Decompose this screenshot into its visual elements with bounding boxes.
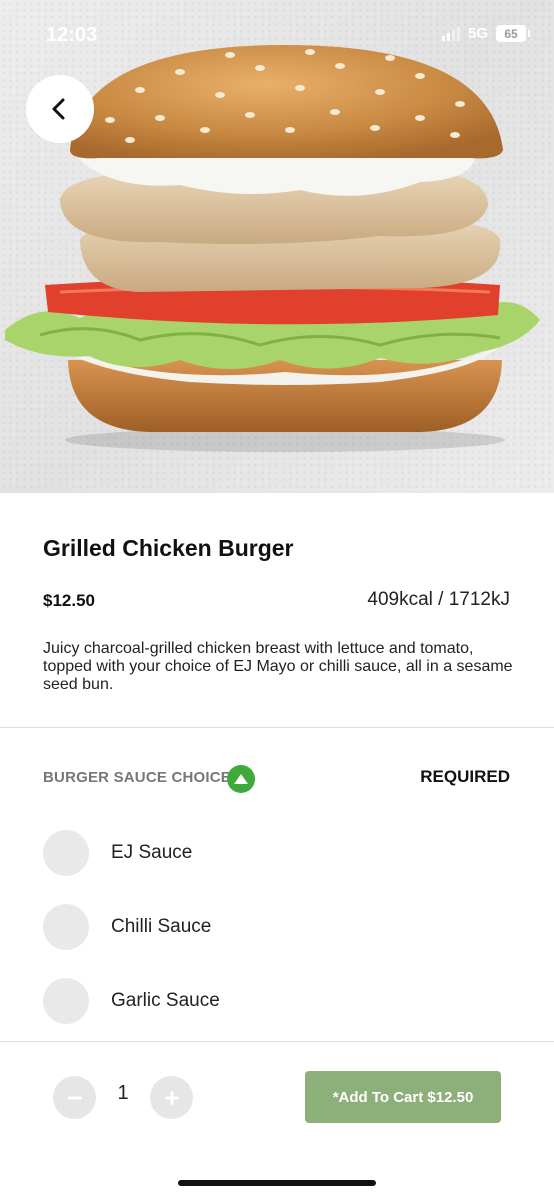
cart-footer: 1 *Add To Cart $12.50: [0, 1041, 554, 1200]
status-time: 12:03: [46, 24, 98, 46]
section-collapse-button[interactable]: [227, 765, 255, 793]
product-description: Juicy charcoal-grilled chicken breast wi…: [43, 640, 513, 693]
product-hero-image: [0, 0, 554, 493]
chevron-up-icon: [234, 774, 248, 784]
plus-icon: [164, 1090, 179, 1105]
radio-button[interactable]: [43, 830, 89, 876]
divider: [0, 1041, 554, 1042]
quantity-value: 1: [117, 1082, 129, 1104]
signal-icon: [441, 26, 460, 41]
battery-icon: 65: [496, 25, 530, 42]
sauce-option-ej[interactable]: EJ Sauce: [43, 830, 503, 876]
add-to-cart-button[interactable]: *Add To Cart $12.50: [305, 1071, 501, 1123]
sauce-option-garlic[interactable]: Garlic Sauce: [43, 978, 503, 1024]
minus-icon: [67, 1096, 82, 1099]
product-energy: 409kcal / 1712kJ: [367, 589, 510, 610]
option-label: Chilli Sauce: [111, 916, 212, 937]
radio-button[interactable]: [43, 904, 89, 950]
sauce-section-title: BURGER SAUCE CHOICE: [43, 769, 231, 786]
network-type: 5G: [467, 25, 488, 42]
back-button[interactable]: [26, 75, 94, 143]
chevron-left-icon: [52, 98, 65, 120]
divider: [0, 727, 554, 728]
option-label: EJ Sauce: [111, 842, 193, 863]
radio-button[interactable]: [43, 978, 89, 1024]
product-price: $12.50: [43, 591, 95, 610]
required-badge: REQUIRED: [420, 767, 510, 786]
decrement-button[interactable]: [53, 1076, 96, 1119]
option-label: Garlic Sauce: [111, 990, 220, 1011]
sauce-option-chilli[interactable]: Chilli Sauce: [43, 904, 503, 950]
product-title: Grilled Chicken Burger: [43, 535, 294, 561]
status-indicators: 5G 65: [441, 25, 530, 42]
status-bar: 12:03 5G 65: [0, 0, 554, 70]
increment-button[interactable]: [150, 1076, 193, 1119]
home-indicator[interactable]: [178, 1180, 376, 1186]
burger-image: [5, 45, 540, 452]
battery-level: 65: [504, 26, 518, 41]
